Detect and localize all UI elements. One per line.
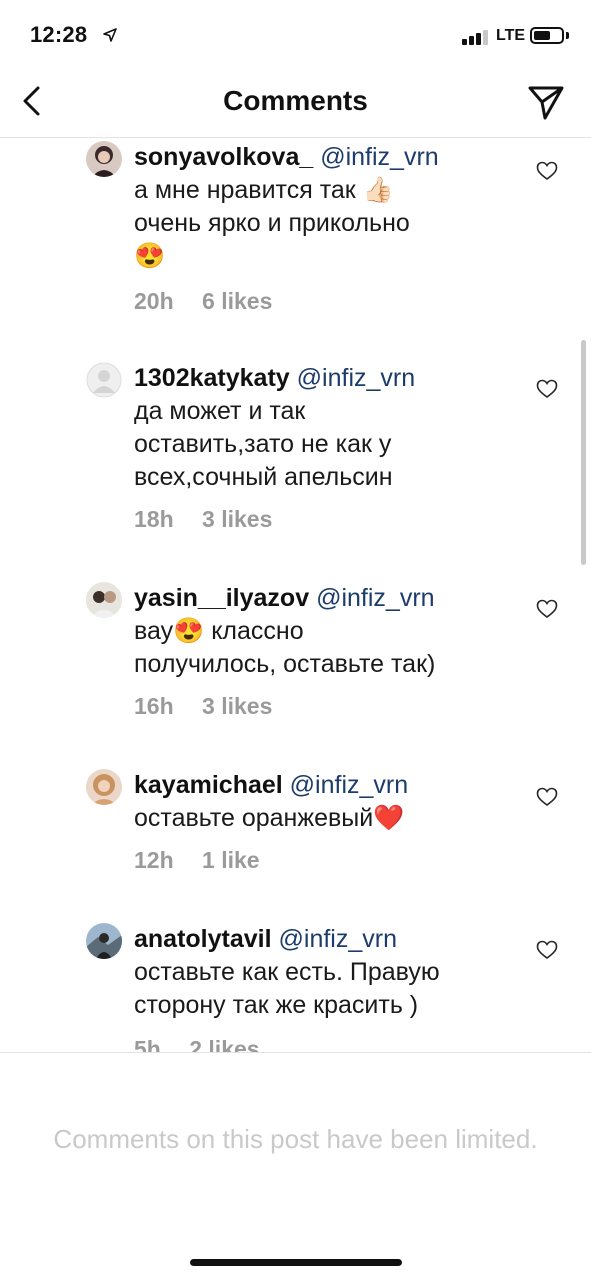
comment-username[interactable]: kayamichael — [134, 771, 283, 799]
comment-meta: 12h 1 like — [134, 847, 260, 874]
comment-likes[interactable]: 6 likes — [202, 288, 272, 314]
comment-body: sonyavolkova_ @infiz_vrn а мне нравится … — [134, 141, 519, 273]
battery-icon — [530, 27, 564, 44]
comment-line: всех,сочный апельсин — [134, 463, 393, 491]
heart-outline-icon[interactable] — [536, 599, 558, 619]
location-arrow-icon — [103, 28, 117, 42]
comment-meta: 16h 3 likes — [134, 693, 272, 720]
comment-line: оставить,зато не как у — [134, 430, 392, 458]
avatar[interactable] — [86, 362, 122, 398]
page-title: Comments — [223, 85, 368, 116]
comments-list[interactable]: sonyavolkova_ @infiz_vrn а мне нравится … — [0, 138, 591, 1053]
comment-username[interactable]: 1302katykaty — [134, 364, 290, 392]
avatar[interactable] — [86, 923, 122, 959]
comment-meta: 18h 3 likes — [134, 506, 272, 533]
comment-time: 18h — [134, 506, 174, 532]
scrollbar[interactable] — [581, 340, 586, 565]
paper-plane-icon[interactable] — [526, 84, 566, 122]
comment-likes[interactable]: 3 likes — [202, 506, 272, 532]
divider — [0, 1052, 591, 1053]
avatar[interactable] — [86, 582, 122, 618]
comment-time: 16h — [134, 693, 174, 719]
comment-line: оставьте оранжевый❤️ — [134, 804, 405, 832]
navigation-bar: Comments — [0, 70, 591, 138]
heart-outline-icon[interactable] — [536, 161, 558, 181]
comment-line: получилось, оставьте так) — [134, 650, 436, 678]
comment-line: оставьте как есть. Правую — [134, 958, 440, 986]
heart-outline-icon[interactable] — [536, 940, 558, 960]
battery-tip — [566, 32, 569, 39]
comment-mention[interactable]: @infiz_vrn — [320, 143, 438, 171]
comment-line: вау😍 классно — [134, 617, 304, 645]
comment-mention[interactable]: @infiz_vrn — [279, 925, 397, 953]
heart-outline-icon[interactable] — [536, 787, 558, 807]
avatar[interactable] — [86, 141, 122, 177]
comment-mention[interactable]: @infiz_vrn — [316, 584, 434, 612]
comment-time: 20h — [134, 288, 174, 314]
comment-time: 12h — [134, 847, 174, 873]
comment-likes[interactable]: 3 likes — [202, 693, 272, 719]
comment-mention[interactable]: @infiz_vrn — [290, 771, 408, 799]
comment-line: очень ярко и прикольно — [134, 209, 410, 237]
status-bar: 12:28 LTE — [0, 0, 591, 70]
comment-body: kayamichael @infiz_vrn оставьте оранжевы… — [134, 769, 519, 835]
status-time: 12:28 — [30, 22, 88, 47]
heart-outline-icon[interactable] — [536, 379, 558, 399]
avatar[interactable] — [86, 769, 122, 805]
comment-body: anatolytavil @infiz_vrn оставьте как ест… — [134, 923, 519, 1022]
network-type: LTE — [496, 27, 526, 44]
comment-username[interactable]: sonyavolkova_ — [134, 143, 313, 171]
home-indicator[interactable] — [190, 1259, 402, 1266]
comment-time: 5h — [134, 1036, 161, 1053]
comment-likes[interactable]: 2 likes — [189, 1036, 259, 1053]
comment-meta: 20h 6 likes — [134, 288, 272, 315]
comment-mention[interactable]: @infiz_vrn — [297, 364, 415, 392]
signal-strength-icon — [462, 29, 492, 45]
comment-body: yasin__ilyazov @infiz_vrn вау😍 классно п… — [134, 582, 519, 681]
comment-username[interactable]: anatolytavil — [134, 925, 272, 953]
comment-body: 1302katykaty @infiz_vrn да может и так о… — [134, 362, 519, 494]
comment-meta: 5h 2 likes — [134, 1036, 260, 1053]
comments-limited-notice: Comments on this post have been limited. — [53, 1124, 538, 1154]
comment-line: а мне нравится так 👍🏻 — [134, 176, 394, 204]
comment-likes[interactable]: 1 like — [202, 847, 260, 873]
comment-username[interactable]: yasin__ilyazov — [134, 584, 309, 612]
comment-line: 😍 — [134, 242, 166, 270]
comment-line: да может и так — [134, 397, 306, 425]
comment-line: сторону так же красить ) — [134, 991, 419, 1019]
